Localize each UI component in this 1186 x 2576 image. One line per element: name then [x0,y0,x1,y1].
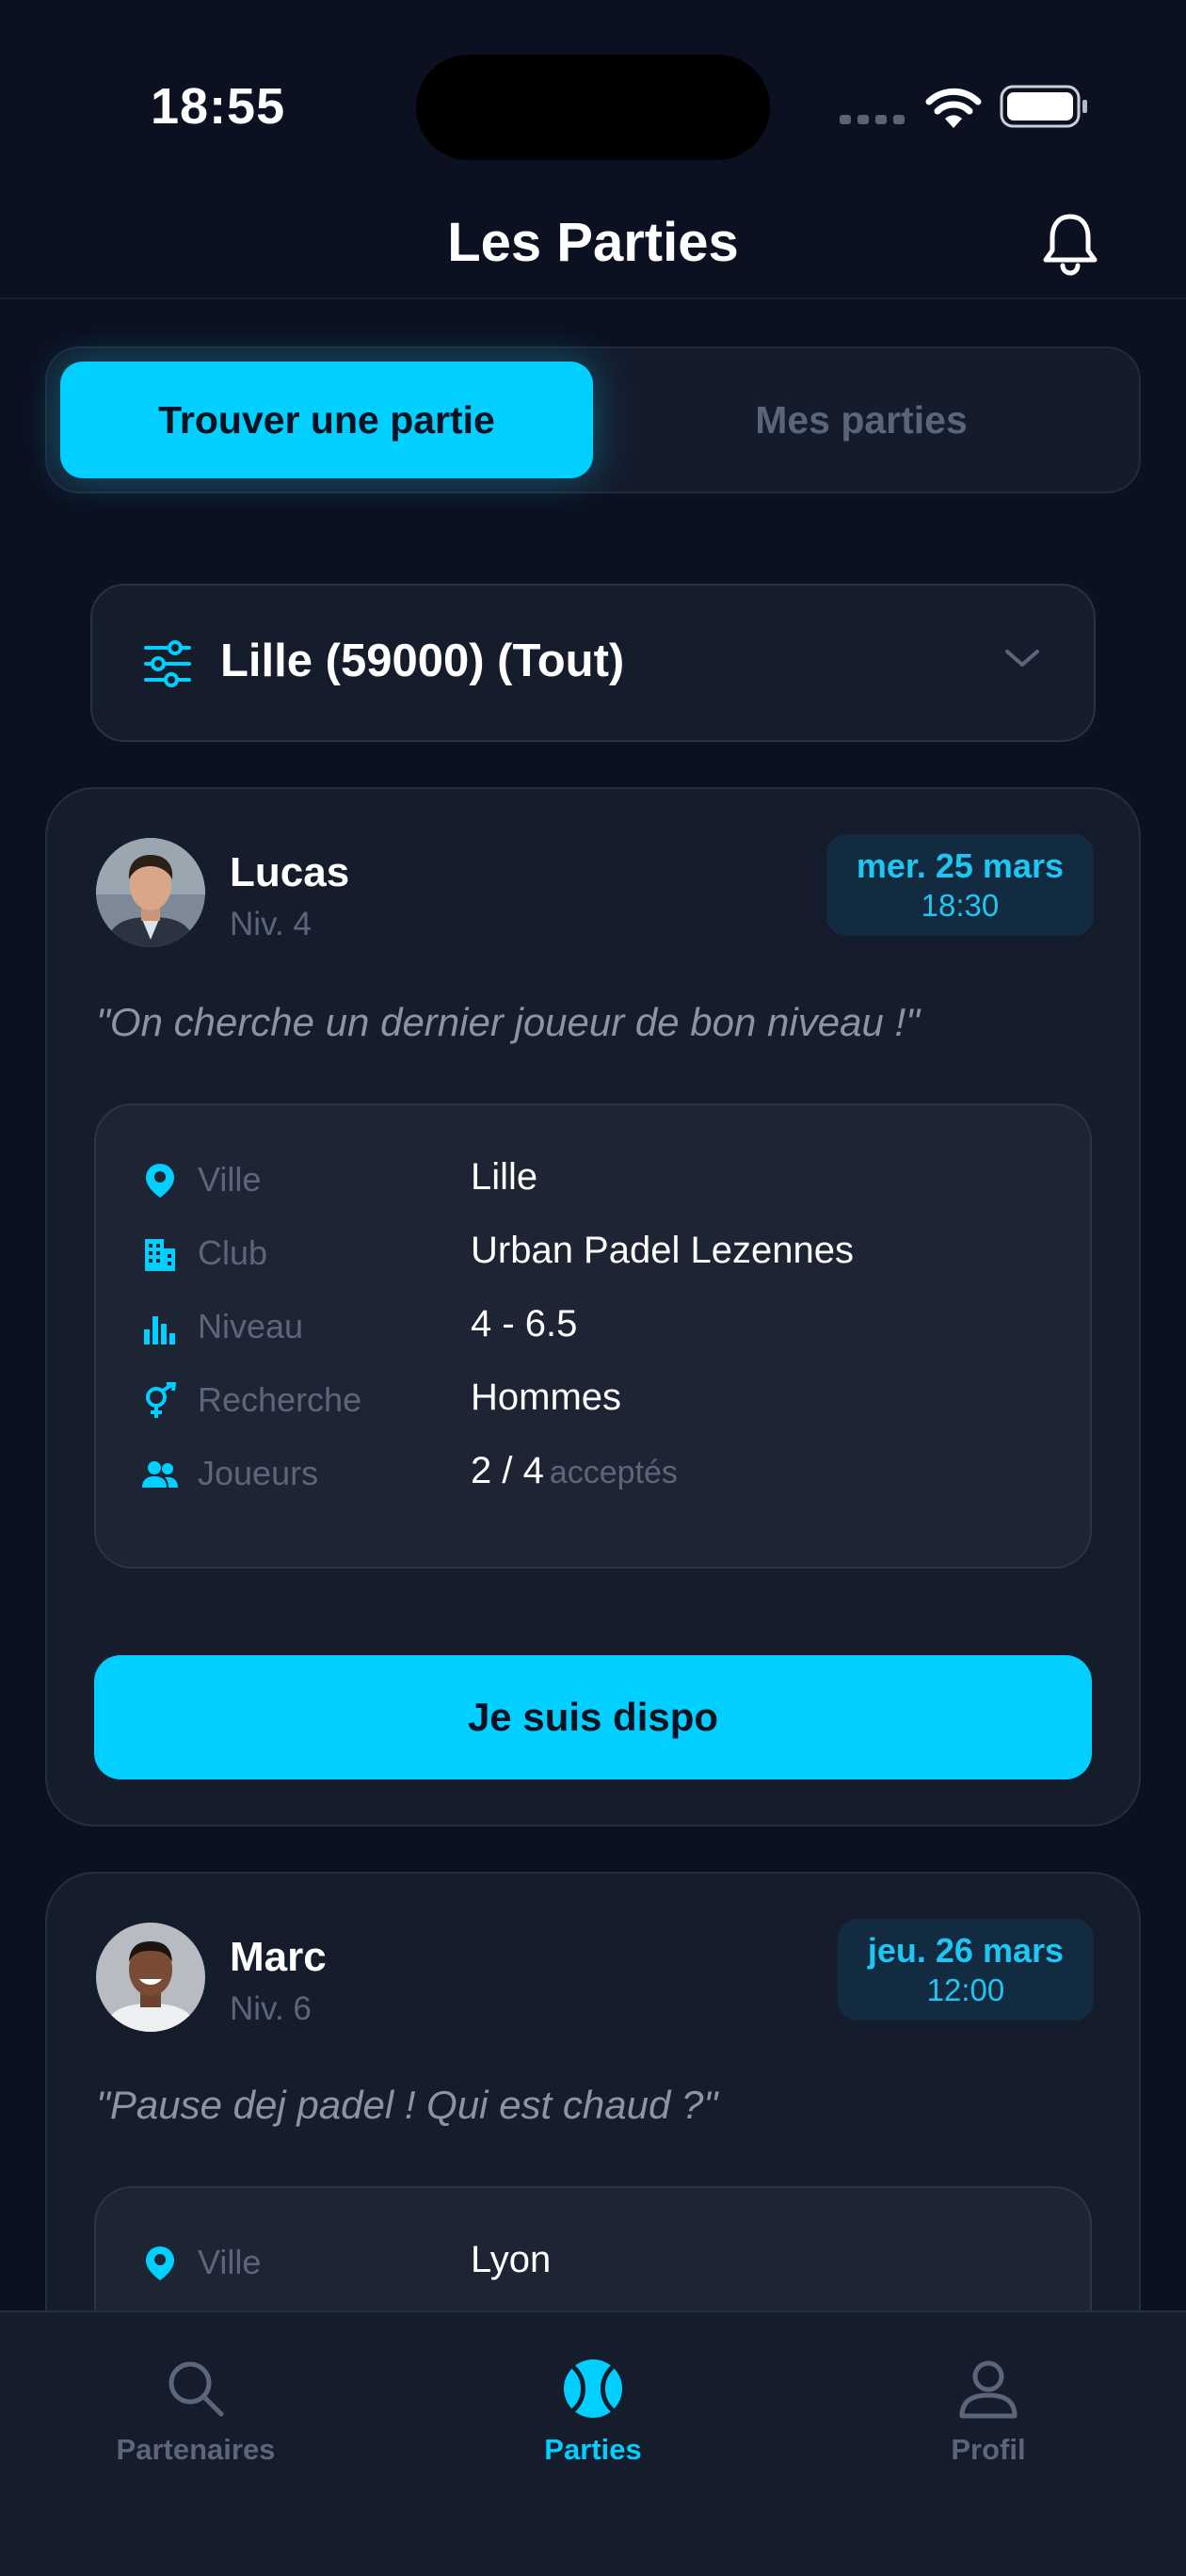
detail-value-city: Lille [471,1156,538,1198]
app-header: Les Parties [0,188,1186,299]
detail-label: Recherche [198,1380,362,1419]
player-name: Lucas [230,849,350,895]
person-icon [959,2360,1018,2419]
detail-label: Ville [198,1160,262,1199]
date-badge: jeu. 26 mars 12:00 [837,1919,1094,2021]
players-count: 2 / 4 [471,1450,544,1491]
match-message: "On cherche un dernier joueur de bon niv… [96,1000,921,1044]
detail-value-club: Urban Padel Lezennes [471,1230,854,1271]
battery-icon [1000,85,1087,128]
tab-label: Partenaires [116,2433,276,2466]
detail-value-players: 2 / 4 acceptés [471,1450,678,1492]
location-filter-dropdown[interactable]: Lille (59000) (Tout) [90,584,1096,742]
tab-label: Parties [544,2433,642,2466]
available-button[interactable]: Je suis dispo [94,1655,1092,1779]
detail-value-search: Hommes [471,1377,622,1418]
tab-my-matches[interactable]: Mes parties [595,362,1128,478]
bar-chart-icon [144,1316,175,1344]
match-details: Ville Lille Club Urban Padel Lezennes Ni… [94,1103,1092,1569]
detail-row-ville: Ville Lyon [141,2235,1045,2292]
location-pin-icon [146,1164,174,1198]
tab-find-match[interactable]: Trouver une partie [60,362,593,478]
segmented-control: Trouver une partie Mes parties [45,346,1141,493]
status-time: 18:55 [151,78,286,135]
detail-label: Ville [198,2243,262,2281]
detail-label: Niveau [198,1307,304,1345]
location-pin-icon [146,2246,174,2280]
bottom-tab-bar: Partenaires Parties Profil [0,2310,1186,2576]
tab-partenaires[interactable]: Partenaires [45,2358,346,2467]
detail-label: Club [198,1233,268,1272]
dynamic-island [416,55,770,160]
detail-row-ville: Ville Lille [141,1152,1045,1209]
detail-value-city: Lyon [471,2239,552,2280]
avatar [96,1923,205,2032]
chevron-down-icon [1005,650,1039,667]
detail-row-club: Club Urban Padel Lezennes [141,1226,1045,1282]
search-icon [168,2361,224,2417]
match-message: "Pause dej padel ! Qui est chaud ?" [96,2083,718,2127]
player-level: Niv. 4 [230,906,312,942]
gender-icon [146,1382,177,1418]
date-badge: mer. 25 mars 18:30 [825,834,1094,936]
player-name: Marc [230,1934,327,1980]
match-time: 12:00 [926,1972,1005,2007]
players-status: acceptés [549,1455,678,1490]
bell-icon[interactable] [1041,211,1099,277]
status-bar: 18:55 [0,0,1186,188]
match-date: jeu. 26 mars [867,1931,1064,1970]
building-icon [145,1239,175,1271]
wifi-icon [925,88,982,128]
detail-row-gender: Recherche Hommes [141,1373,1045,1429]
match-date: mer. 25 mars [856,846,1064,885]
detail-row-players: Joueurs 2 / 4 acceptés [141,1446,1045,1503]
avatar [96,838,205,947]
detail-label: Joueurs [198,1454,319,1492]
padel-ball-icon [564,2359,622,2418]
people-icon [142,1461,178,1488]
match-time: 18:30 [921,888,1000,923]
cellular-signal-icon [840,115,905,124]
page-title: Les Parties [447,212,739,273]
tab-parties[interactable]: Parties [442,2358,744,2467]
match-card: Lucas Niv. 4 mer. 25 mars 18:30 "On cher… [45,787,1141,1827]
detail-value-level: 4 - 6.5 [471,1303,578,1344]
filter-label: Lille (59000) (Tout) [220,636,625,686]
sliders-icon [144,640,191,687]
detail-row-level: Niveau 4 - 6.5 [141,1299,1045,1356]
player-level: Niv. 6 [230,1990,312,2027]
tab-label: Profil [951,2433,1026,2466]
tab-profil[interactable]: Profil [838,2358,1139,2467]
